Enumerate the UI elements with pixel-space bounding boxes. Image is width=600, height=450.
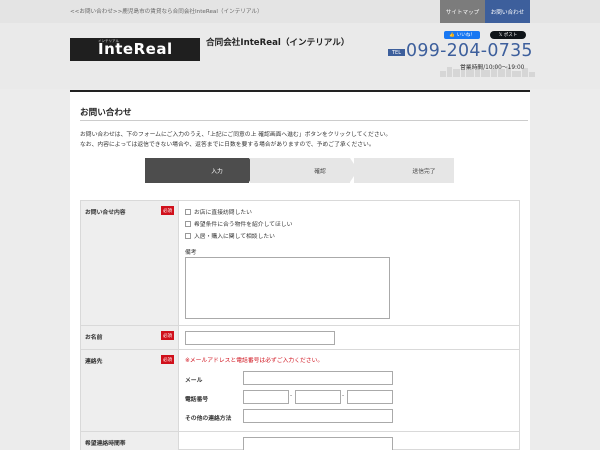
top-bar: <<お問い合わせ>>鹿児島市の賃貸なら合同会社InteReal（インテリアル） …: [0, 0, 600, 23]
contact-label-cell: 連絡先 必須: [81, 350, 178, 432]
main-content: お問い合わせ お問い合わせは、下のフォームにご入力のうえ、「上記にご同意の上 確…: [70, 92, 530, 450]
tel-badge: TEL: [388, 49, 405, 56]
contact-value-cell: ※メールアドレスと電話番号は必ずご入力ください。 メール 電話番号 - - その…: [178, 350, 519, 432]
site-header: インテリアル InteReal 合同会社InteReal（インテリアル） 👍 い…: [0, 23, 600, 92]
inquiry-label-cell: お問い合せ内容 必須: [81, 201, 178, 326]
business-hours: 営業時間/10:00～19:00: [460, 65, 525, 71]
checkbox[interactable]: [185, 208, 191, 215]
contact-form: お問い合せ内容 必須 お店に直接訪問したい 希望条件に合う物件を紹介してほしい …: [80, 200, 520, 450]
name-input[interactable]: [185, 331, 335, 345]
logo-text: InteReal: [98, 40, 173, 58]
name-value-cell: [178, 326, 519, 350]
required-badge: 必須: [161, 355, 174, 364]
facebook-like-label: いいね！: [456, 33, 475, 38]
step-confirm: 確認: [250, 158, 350, 183]
phone-input-2[interactable]: [295, 390, 341, 404]
time-label: 希望連絡時間帯: [85, 441, 126, 447]
inquiry-label: お問い合せ内容: [85, 210, 126, 216]
phone-separator: -: [342, 393, 345, 399]
company-name: 合同会社InteReal（インテリアル）: [206, 38, 350, 48]
time-input[interactable]: [243, 437, 393, 450]
logo[interactable]: インテリアル InteReal: [70, 38, 200, 61]
checkbox[interactable]: [185, 220, 191, 227]
phone-number[interactable]: 099-204-0735: [406, 41, 533, 61]
checkbox[interactable]: [185, 232, 191, 239]
time-value-cell: [178, 432, 519, 450]
intro-line-2: なお、内容によっては返信できない場合や、返答までに日数を要する場合がありますので…: [80, 142, 375, 148]
x-post-button[interactable]: 𝕏 ポスト: [490, 31, 526, 39]
phone-separator: -: [290, 393, 293, 399]
contact-notice: ※メールアドレスと電話番号は必ずご入力ください。: [185, 358, 324, 364]
option-label: 入居・購入に関して相談したい: [194, 234, 275, 240]
name-label-cell: お名前 必須: [81, 326, 178, 350]
intro-line-1: お問い合わせは、下のフォームにご入力のうえ、「上記にご同意の上 確認画面へ進む」…: [80, 132, 392, 138]
sitemap-button[interactable]: サイトマップ: [440, 0, 485, 23]
phone-input-3[interactable]: [347, 390, 393, 404]
phone-input-1[interactable]: [243, 390, 289, 404]
contact-button[interactable]: お問い合わせ: [485, 0, 530, 23]
x-post-label: ポスト: [503, 33, 518, 38]
breadcrumb[interactable]: <<お問い合わせ>>鹿児島市の賃貸なら合同会社InteReal（インテリアル）: [70, 7, 263, 15]
other-contact-label: その他の連絡方法: [185, 416, 232, 422]
page-title: お問い合わせ: [80, 108, 132, 118]
note-textarea[interactable]: [185, 257, 390, 319]
title-divider: [80, 120, 528, 121]
inquiry-option-visit[interactable]: お店に直接訪問したい: [185, 207, 252, 216]
other-contact-input[interactable]: [243, 409, 393, 423]
step-input: 入力: [145, 158, 249, 183]
intro-text: お問い合わせは、下のフォームにご入力のうえ、「上記にご同意の上 確認画面へ進む」…: [80, 130, 520, 150]
name-label: お名前: [85, 335, 103, 341]
option-label: 希望条件に合う物件を紹介してほしい: [194, 222, 293, 228]
inquiry-value-cell: お店に直接訪問したい 希望条件に合う物件を紹介してほしい 入居・購入に関して相談…: [178, 201, 519, 326]
logo-mark-icon: [70, 38, 96, 61]
step-complete: 送信完了: [354, 158, 454, 183]
thumbs-up-icon: 👍: [449, 32, 455, 38]
social-buttons: 👍 いいね！ 𝕏 ポスト: [444, 31, 526, 40]
time-label-cell: 希望連絡時間帯: [81, 432, 178, 450]
contact-label: 連絡先: [85, 359, 103, 365]
email-input[interactable]: [243, 371, 393, 385]
required-badge: 必須: [161, 331, 174, 340]
option-label: お店に直接訪問したい: [194, 210, 252, 216]
phone-label: 電話番号: [185, 397, 209, 403]
inquiry-option-consult[interactable]: 入居・購入に関して相談したい: [185, 231, 275, 240]
note-label: 備考: [185, 250, 197, 256]
facebook-like-button[interactable]: 👍 いいね！: [444, 31, 480, 39]
inquiry-option-introduce[interactable]: 希望条件に合う物件を紹介してほしい: [185, 219, 292, 228]
required-badge: 必須: [161, 206, 174, 215]
email-label: メール: [185, 378, 203, 384]
